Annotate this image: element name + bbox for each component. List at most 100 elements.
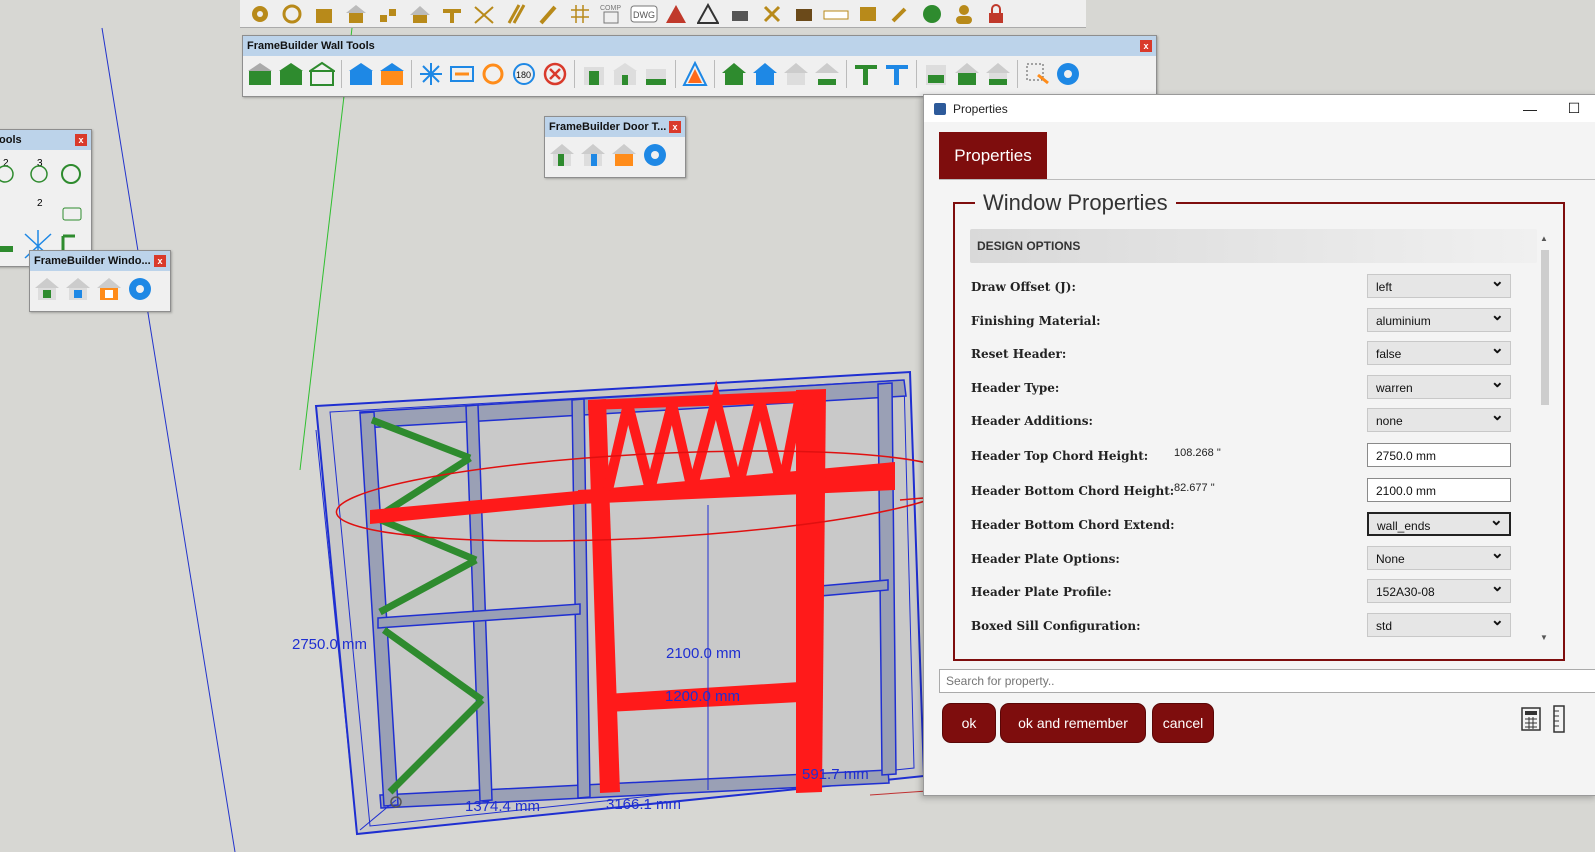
close-icon[interactable]: x <box>154 255 166 267</box>
close-icon[interactable]: x <box>75 134 87 146</box>
settings-icon[interactable] <box>641 141 669 169</box>
settings-icon[interactable] <box>126 275 154 303</box>
wall-frame-icon[interactable] <box>246 60 274 88</box>
draw-offset-select[interactable]: left <box>1367 270 1511 298</box>
header-plate-options-select[interactable]: None <box>1367 542 1511 570</box>
export-icon[interactable] <box>854 2 882 26</box>
header-additions-select[interactable]: none <box>1367 404 1511 432</box>
globe-icon[interactable] <box>918 2 946 26</box>
stretch-icon[interactable] <box>448 60 476 88</box>
delete-icon[interactable] <box>541 60 569 88</box>
calculator-icon[interactable] <box>1521 707 1541 731</box>
gear-icon[interactable] <box>246 2 274 26</box>
property-aux-value: 82.677 " <box>1174 482 1215 494</box>
door-orange-icon[interactable] <box>610 141 638 169</box>
printer-icon[interactable] <box>726 2 754 26</box>
reset-header-select[interactable]: false <box>1367 337 1511 365</box>
door-tools-title[interactable]: FrameBuilder Door T... x <box>545 117 685 137</box>
property-aux-value: 108.268 " <box>1174 447 1221 459</box>
wall-icon[interactable] <box>310 2 338 26</box>
header-bottom-chord-height-input[interactable]: 2100.0 mm <box>1367 478 1511 502</box>
window-tools-title[interactable]: FrameBuilder Windo... x <box>30 251 170 271</box>
frame-list-icon[interactable] <box>922 60 950 88</box>
frame-1-icon[interactable] <box>953 60 981 88</box>
wall-blue-icon[interactable] <box>347 60 375 88</box>
pen-icon[interactable] <box>534 2 562 26</box>
tools-icon[interactable] <box>758 2 786 26</box>
scroll-down-icon[interactable]: ▼ <box>1540 633 1548 642</box>
wall-outline-icon[interactable] <box>308 60 336 88</box>
properties-scrollbar[interactable]: ▲ ▼ <box>1540 234 1550 642</box>
dim-opening-height: 2100.0 mm <box>666 645 741 662</box>
table-green-icon[interactable] <box>852 60 880 88</box>
brush-icon[interactable] <box>886 2 914 26</box>
door-green-icon[interactable] <box>548 141 576 169</box>
settings-icon[interactable] <box>1054 60 1082 88</box>
scroll-up-icon[interactable]: ▲ <box>1540 234 1548 243</box>
material-icon[interactable] <box>790 2 818 26</box>
roof-icon[interactable] <box>406 2 434 26</box>
warning-icon[interactable] <box>662 2 690 26</box>
triangle-icon[interactable] <box>694 2 722 26</box>
opening-2-icon[interactable] <box>611 60 639 88</box>
maximize-button[interactable]: ☐ <box>1552 95 1595 122</box>
window-green-icon[interactable] <box>33 275 61 303</box>
header-top-chord-height-input[interactable]: 2750.0 mm <box>1367 443 1511 467</box>
rotate-180-icon[interactable]: 180 <box>510 60 538 88</box>
left-tools-icons[interactable]: 2 3 2 <box>0 150 91 262</box>
door-tools-toolbar: FrameBuilder Door T... x <box>544 116 686 178</box>
window-blue-icon[interactable] <box>64 275 92 303</box>
comp-icon[interactable]: COMP <box>598 2 626 26</box>
ok-button[interactable]: ok <box>942 703 996 743</box>
property-row: Header Bottom Chord Extend: wall_ends <box>971 509 1531 543</box>
ok-and-remember-button[interactable]: ok and remember <box>1000 703 1146 743</box>
tab-properties[interactable]: Properties <box>939 132 1047 180</box>
opening-3-icon[interactable] <box>642 60 670 88</box>
boxed-sill-configuration-select[interactable]: std <box>1367 609 1511 637</box>
truss-icon[interactable] <box>470 2 498 26</box>
close-icon[interactable]: x <box>669 121 681 133</box>
explode-icon[interactable] <box>417 60 445 88</box>
door-blue-icon[interactable] <box>579 141 607 169</box>
properties-titlebar[interactable]: Properties — ☐ <box>924 95 1595 122</box>
house-blue-icon[interactable] <box>751 60 779 88</box>
finishing-material-select[interactable]: aluminium <box>1367 304 1511 332</box>
left-tools-title[interactable]: ools x <box>0 130 91 150</box>
ruler-icon[interactable] <box>1552 705 1566 733</box>
header-bottom-chord-extend-select[interactable]: wall_ends <box>1367 509 1511 536</box>
grid-icon[interactable] <box>566 2 594 26</box>
lock-icon[interactable] <box>982 2 1010 26</box>
rotate-icon[interactable] <box>479 60 507 88</box>
wall-frame-model[interactable] <box>314 370 926 836</box>
wall-blue-2-icon[interactable] <box>378 60 406 88</box>
minimize-button[interactable]: — <box>1508 95 1552 122</box>
blue-axis-line <box>101 27 236 852</box>
table-blue-icon[interactable] <box>883 60 911 88</box>
house-flat-icon[interactable] <box>813 60 841 88</box>
house-grey-icon[interactable] <box>782 60 810 88</box>
wall-tools-title[interactable]: FrameBuilder Wall Tools x <box>243 36 1156 56</box>
header-plate-profile-select[interactable]: 152A30-08 <box>1367 575 1511 603</box>
close-icon[interactable]: x <box>1140 40 1152 52</box>
truss-tri-icon[interactable] <box>681 60 709 88</box>
refresh-icon[interactable] <box>278 2 306 26</box>
header-type-select[interactable]: warren <box>1367 371 1511 399</box>
stack-icon[interactable] <box>502 2 530 26</box>
wall-frame-2-icon[interactable] <box>277 60 305 88</box>
opening-icon[interactable] <box>580 60 608 88</box>
user-icon[interactable] <box>950 2 978 26</box>
blocks-icon[interactable] <box>374 2 402 26</box>
select-icon[interactable] <box>1023 60 1051 88</box>
dim-opening-width: 1200.0 mm <box>665 688 740 705</box>
cancel-button[interactable]: cancel <box>1152 703 1214 743</box>
section-design-options[interactable]: DESIGN OPTIONS <box>970 229 1537 263</box>
measure-icon[interactable] <box>822 2 850 26</box>
beam-icon[interactable] <box>438 2 466 26</box>
scroll-thumb[interactable] <box>1541 250 1549 405</box>
house-green-icon[interactable] <box>720 60 748 88</box>
house-icon[interactable] <box>342 2 370 26</box>
frame-2-icon[interactable] <box>984 60 1012 88</box>
window-orange-icon[interactable] <box>95 275 123 303</box>
search-property-input[interactable] <box>939 669 1595 693</box>
dwg-icon[interactable]: DWG <box>630 2 658 26</box>
